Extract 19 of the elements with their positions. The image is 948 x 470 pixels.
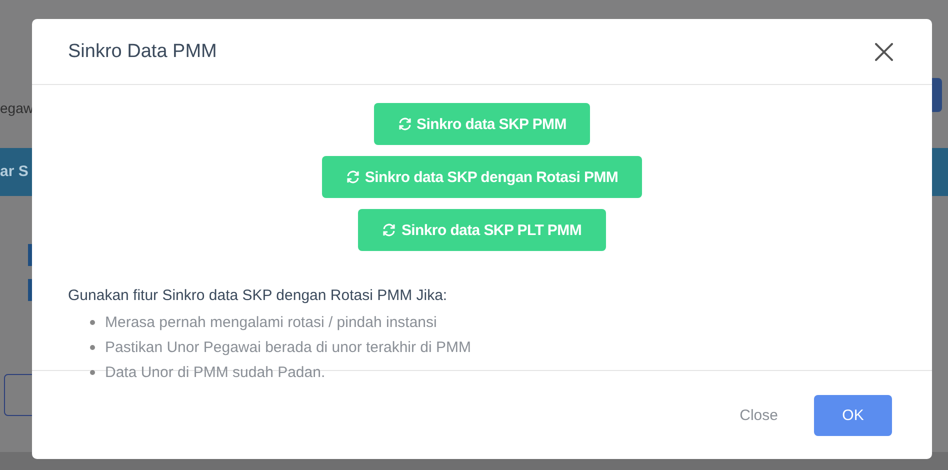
refresh-icon bbox=[398, 117, 412, 131]
bullet-icon bbox=[90, 370, 95, 375]
dialog-title: Sinkro Data PMM bbox=[68, 40, 217, 62]
ok-button[interactable]: OK bbox=[814, 394, 892, 436]
close-button[interactable]: Close bbox=[726, 398, 792, 432]
list-item: Pastikan Unor Pegawai berada di unor terakhir di PMM bbox=[105, 339, 472, 356]
close-icon[interactable] bbox=[875, 42, 893, 60]
sync-button[interactable]: Sinkro data SKP dengan Rotasi PMM bbox=[322, 156, 642, 198]
sync-button[interactable]: Sinkro data SKP PLT PMM bbox=[358, 209, 606, 251]
list-item: Data Unor di PMM sudah Padan. bbox=[105, 364, 326, 381]
list-item: Merasa pernah mengalami rotasi / pindah instansi bbox=[105, 314, 437, 331]
refresh-icon bbox=[382, 223, 396, 237]
banner-title: ar S bbox=[0, 163, 28, 180]
field-label: egaw bbox=[0, 100, 34, 116]
sync-button[interactable]: Sinkro data SKP PMM bbox=[374, 103, 590, 145]
bullet-icon bbox=[90, 320, 95, 325]
intro-text: Gunakan fitur Sinkro data SKP dengan Rotasi PMM Jika: bbox=[68, 287, 448, 304]
bullet-icon bbox=[90, 345, 95, 350]
refresh-icon bbox=[346, 170, 360, 184]
